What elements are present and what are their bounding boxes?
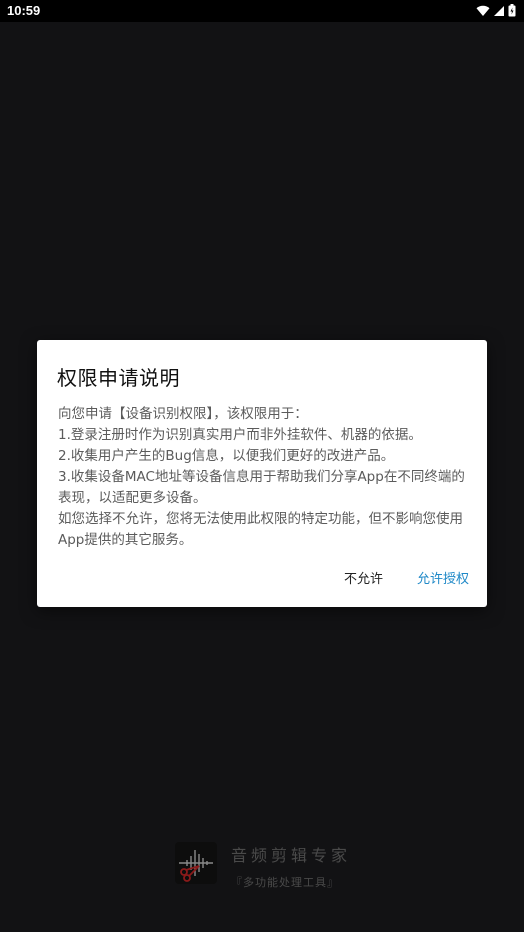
deny-button[interactable]: 不允许: [344, 568, 383, 587]
app-screen: 10:59 权限申请说明 向您申请【设备识别权限】，该权限用于： 1.登录注册时…: [0, 0, 524, 932]
app-tagline: 『多功能处理工具』: [231, 876, 339, 889]
allow-button[interactable]: 允许授权: [417, 568, 469, 587]
dialog-message: 向您申请【设备识别权限】，该权限用于： 1.登录注册时作为识别真实用户而非外挂软…: [58, 404, 468, 551]
battery-icon: [508, 4, 516, 17]
signal-icon: [493, 5, 505, 17]
permission-dialog: 权限申请说明 向您申请【设备识别权限】，该权限用于： 1.登录注册时作为识别真实…: [37, 340, 487, 607]
dialog-line-note: 如您选择不允许，您将无法使用此权限的特定功能，但不影响您使用App提供的其它服务…: [58, 511, 463, 548]
dialog-title: 权限申请说明: [57, 366, 180, 390]
status-time: 10:59: [7, 3, 41, 18]
dialog-line-intro: 向您申请【设备识别权限】，该权限用于：: [58, 406, 308, 422]
dialog-line-1: 1.登录注册时作为识别真实用户而非外挂软件、机器的依据。: [58, 427, 422, 443]
dialog-line-3: 3.收集设备MAC地址等设备信息用于帮助我们分享App在不同终端的表现，以适配更…: [58, 469, 465, 506]
app-branding: 音频剪辑专家 『多功能处理工具』: [175, 842, 375, 889]
app-logo-icon: [175, 842, 217, 884]
dialog-actions: 不允许 允许授权: [344, 568, 469, 587]
app-name: 音频剪辑专家: [231, 846, 352, 865]
status-icons: [476, 4, 516, 17]
dialog-line-2: 2.收集用户产生的Bug信息，以便我们更好的改进产品。: [58, 448, 395, 464]
wifi-icon: [476, 5, 490, 17]
status-bar: 10:59: [0, 0, 524, 22]
